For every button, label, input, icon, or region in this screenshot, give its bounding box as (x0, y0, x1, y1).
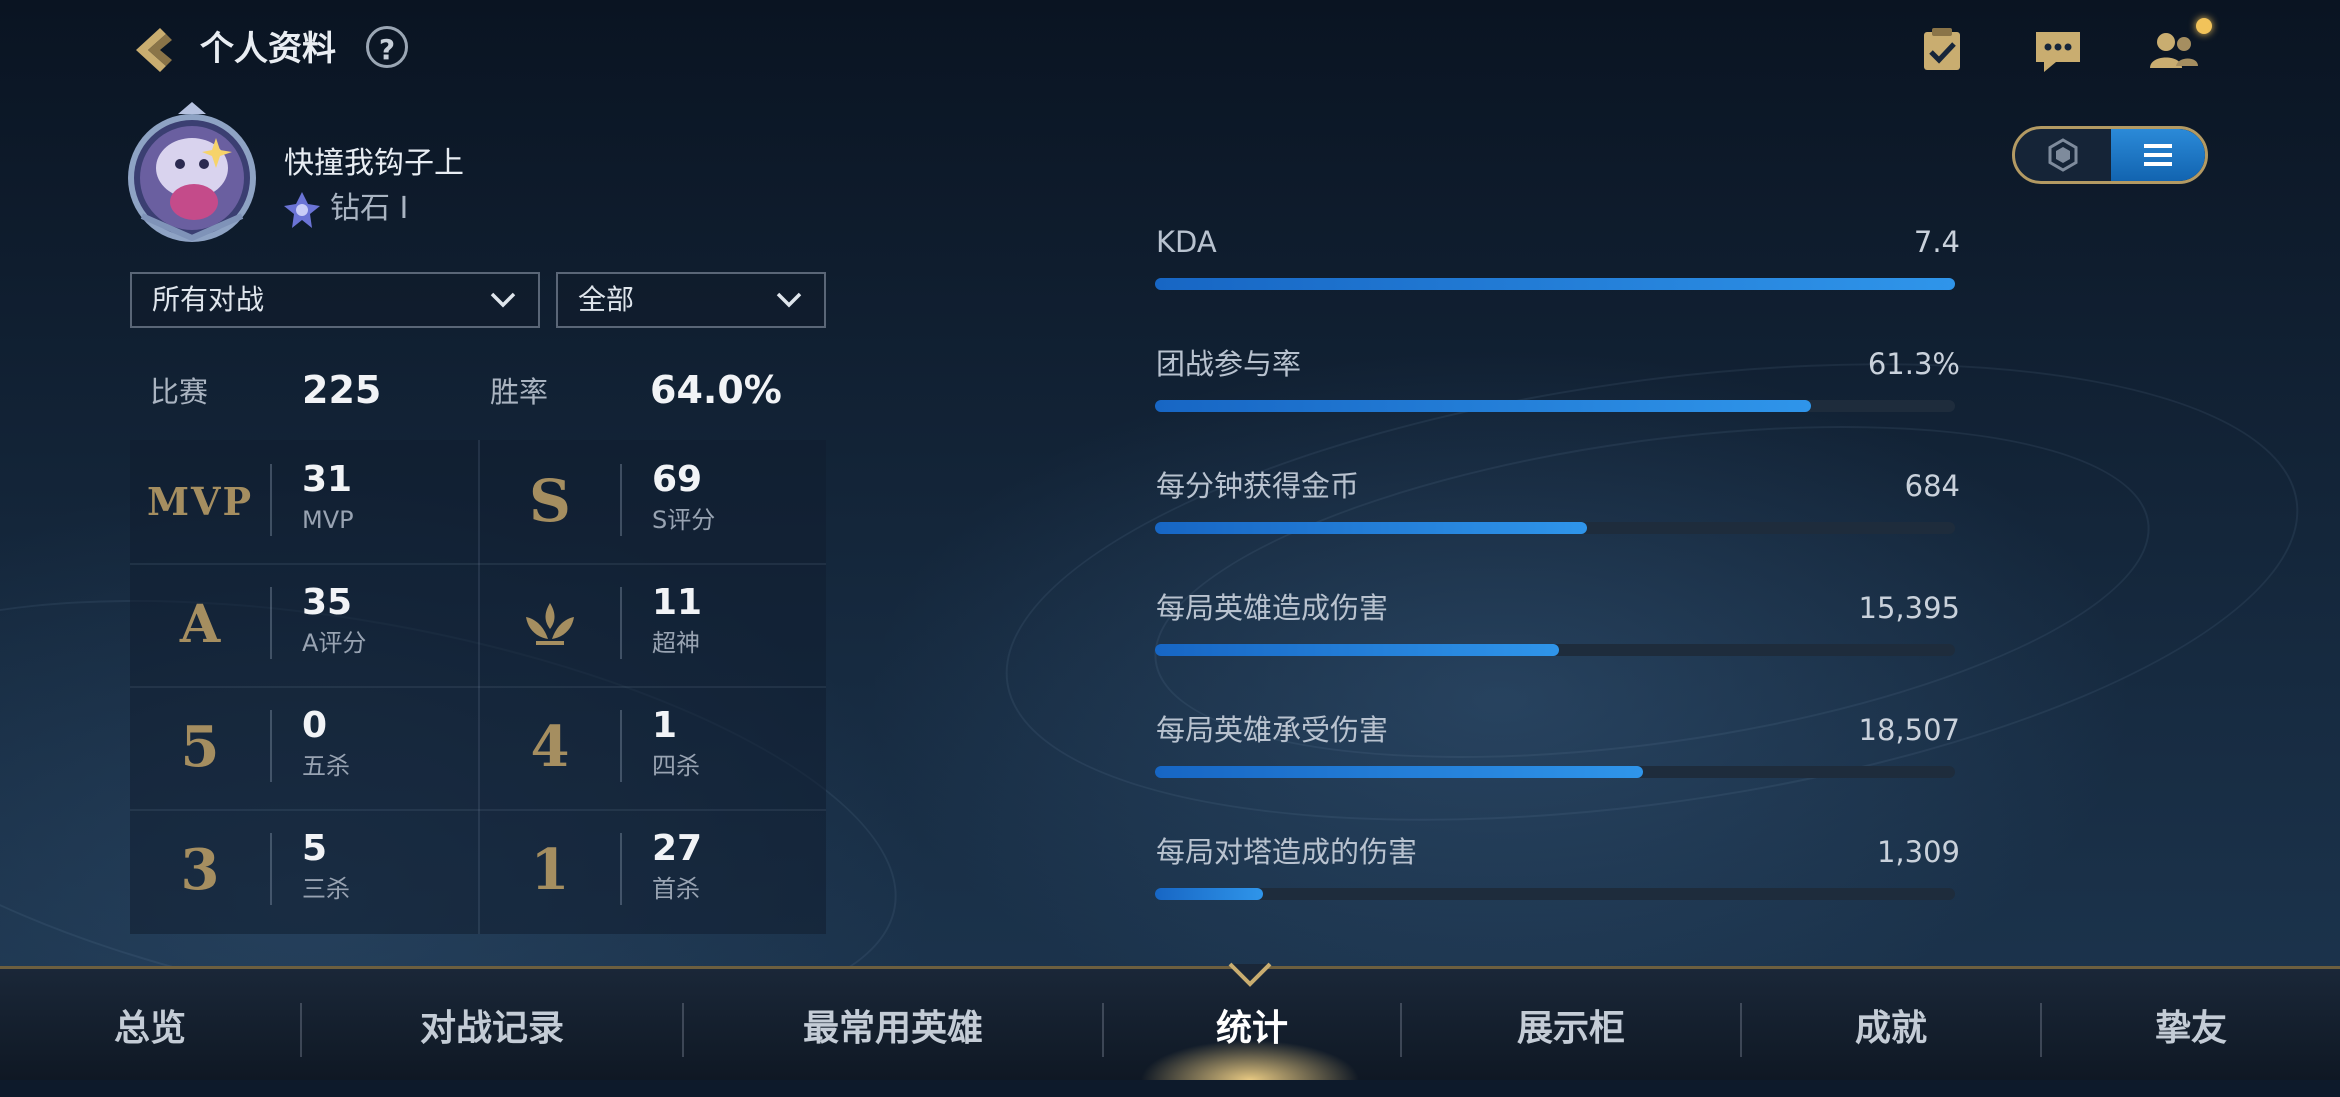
s-rating-count: 69 (652, 459, 703, 500)
quadra-kill-cell: 4 1 四杀 (480, 686, 828, 809)
tab-match-history[interactable]: 对战记录 (302, 969, 682, 1080)
checklist-icon[interactable] (1914, 22, 1970, 78)
notification-dot (2196, 18, 2212, 34)
triple-kill-icon: 3 (180, 837, 220, 903)
stat-bar-tower-damage (1155, 888, 1955, 900)
stat-label-gold: 每分钟获得金币 (1156, 469, 1360, 503)
stat-bar-fill (1155, 278, 1955, 290)
first-blood-caption: 首杀 (652, 875, 700, 903)
mvp-cell: MVP 31 MVP (130, 440, 478, 563)
stat-value-tower-damage: 1,309 (1876, 835, 1960, 869)
back-icon[interactable] (126, 22, 182, 78)
legendary-count: 11 (652, 582, 703, 623)
first-blood-cell: 1 27 首杀 (480, 809, 828, 932)
penta-kill-count: 0 (302, 705, 328, 746)
cell-separator (620, 710, 622, 782)
chevron-down-icon (776, 292, 802, 308)
hexagon-icon (2048, 138, 2078, 172)
penta-kill-caption: 五杀 (302, 752, 350, 780)
s-rating-cell: S 69 S评分 (480, 440, 828, 563)
triple-kill-count: 5 (302, 828, 328, 869)
tab-showcase[interactable]: 展示柜 (1402, 969, 1740, 1080)
a-rating-count: 35 (302, 582, 353, 623)
active-tab-glow (1140, 1040, 1360, 1080)
cell-separator (620, 464, 622, 536)
match-type-value: 所有对战 (152, 283, 265, 316)
penta-kill-cell: 5 0 五杀 (130, 686, 478, 809)
help-icon[interactable]: ? (366, 26, 408, 68)
tab-top-heroes[interactable]: 最常用英雄 (684, 969, 1102, 1080)
matches-value: 225 (302, 368, 382, 412)
stat-label-teamfight: 团战参与率 (1156, 347, 1302, 381)
stat-bar-fill (1155, 522, 1587, 534)
cell-separator (620, 833, 622, 905)
cell-separator (270, 587, 272, 659)
s-rating-caption: S评分 (652, 506, 716, 534)
cell-separator (270, 833, 272, 905)
stat-value-kda: 7.4 (1913, 225, 1960, 259)
first-blood-icon: 1 (530, 837, 570, 903)
match-type-dropdown[interactable]: 所有对战 (130, 272, 540, 328)
tab-best-friends[interactable]: 挚友 (2042, 969, 2340, 1080)
stat-label-tower-damage: 每局对塔造成的伤害 (1156, 835, 1418, 869)
penta-kill-icon: 5 (180, 714, 220, 780)
mvp-count: 31 (302, 459, 353, 500)
s-rating-icon: S (529, 467, 571, 535)
mvp-caption: MVP (302, 506, 354, 534)
stat-value-damage-taken: 18,507 (1858, 713, 1960, 747)
stat-value-damage-dealt: 15,395 (1858, 591, 1960, 625)
quadra-kill-icon: 4 (530, 714, 570, 780)
quadra-kill-caption: 四杀 (652, 752, 700, 780)
achievement-grid: MVP 31 MVP S 69 S评分 A 35 A评分 11 超神 5 0 五… (130, 440, 826, 934)
hexagon-view-button[interactable] (2015, 129, 2111, 181)
legendary-caption: 超神 (652, 629, 700, 657)
cell-separator (270, 710, 272, 782)
stat-value-gold: 684 (1904, 469, 1960, 503)
avatar[interactable] (120, 98, 264, 246)
rank-label: 钻石 Ⅰ (330, 191, 409, 226)
quadra-kill-count: 1 (652, 705, 678, 746)
a-rating-icon: A (179, 593, 221, 655)
legendary-icon (480, 581, 620, 667)
cell-separator (620, 587, 622, 659)
chat-icon[interactable] (2030, 22, 2086, 78)
diamond-rank-icon (284, 192, 320, 228)
chevron-down-icon (490, 292, 516, 308)
mvp-icon: MVP (146, 478, 254, 524)
list-view-button[interactable] (2111, 129, 2205, 181)
tab-achievements[interactable]: 成就 (1742, 969, 2040, 1080)
stat-bar-fill (1155, 766, 1643, 778)
stat-label-damage-dealt: 每局英雄造成伤害 (1156, 591, 1389, 625)
scope-dropdown[interactable]: 全部 (556, 272, 826, 328)
a-rating-cell: A 35 A评分 (130, 563, 478, 686)
stat-bar-fill (1155, 888, 1263, 900)
winrate-value: 64.0% (650, 368, 782, 412)
stat-label-kda: KDA (1156, 225, 1217, 259)
tab-overview[interactable]: 总览 (0, 969, 300, 1080)
page-title: 个人资料 (200, 29, 336, 69)
player-name: 快撞我钩子上 (284, 146, 464, 181)
list-icon (2144, 144, 2172, 166)
winrate-label: 胜率 (490, 375, 549, 409)
stat-bar-teamfight (1155, 400, 1955, 412)
stat-bar-fill (1155, 400, 1811, 412)
first-blood-count: 27 (652, 828, 703, 869)
legendary-cell: 11 超神 (480, 563, 828, 686)
view-toggle[interactable] (2012, 126, 2208, 184)
cell-separator (270, 464, 272, 536)
stat-bar-gold (1155, 522, 1955, 534)
stat-bar-damage-taken (1155, 766, 1955, 778)
stat-value-teamfight: 61.3% (1867, 347, 1960, 381)
a-rating-caption: A评分 (302, 629, 367, 657)
stat-bar-damage-dealt (1155, 644, 1955, 656)
scope-value: 全部 (578, 283, 635, 316)
stat-bar-kda (1155, 278, 1955, 290)
active-tab-caret-icon (1228, 962, 1272, 987)
matches-label: 比赛 (150, 375, 209, 409)
stat-label-damage-taken: 每局英雄承受伤害 (1156, 713, 1389, 747)
friends-icon[interactable] (2146, 22, 2202, 78)
stat-bar-fill (1155, 644, 1559, 656)
triple-kill-caption: 三杀 (302, 875, 350, 903)
triple-kill-cell: 3 5 三杀 (130, 809, 478, 932)
